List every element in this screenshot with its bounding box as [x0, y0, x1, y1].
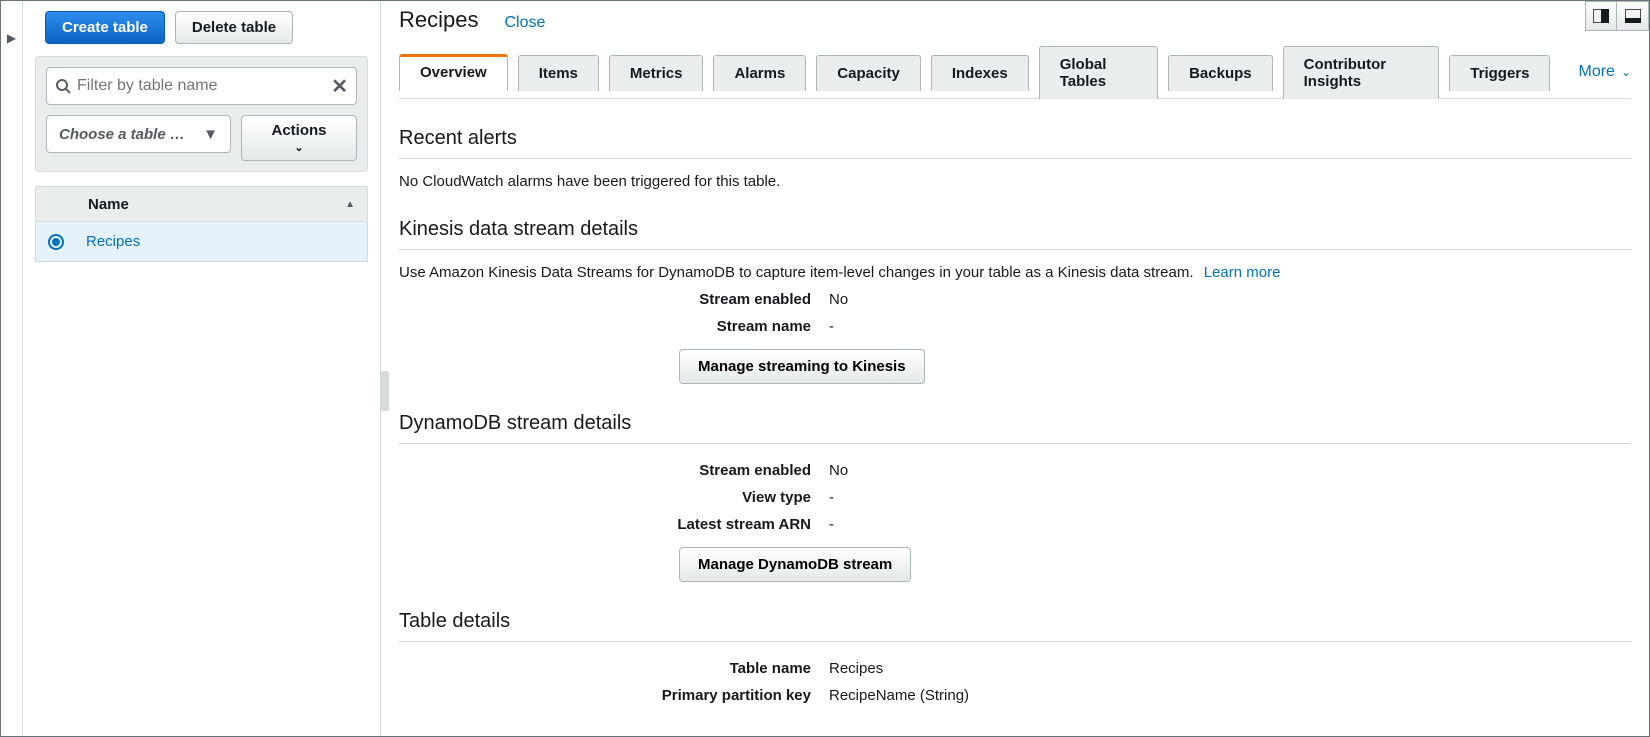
row-radio-selected[interactable] — [48, 234, 64, 250]
section-ddb-stream: DynamoDB stream details Stream enabledNo… — [399, 412, 1631, 582]
create-table-button[interactable]: Create table — [45, 11, 165, 44]
kv-value: - — [829, 489, 1631, 506]
search-icon — [55, 78, 71, 94]
recent-alerts-text: No CloudWatch alarms have been triggered… — [399, 173, 1631, 190]
kv-value: - — [829, 318, 1631, 335]
tab-overview[interactable]: Overview — [399, 54, 508, 91]
split-handle[interactable] — [381, 371, 389, 411]
kv-key: Stream enabled — [399, 291, 829, 308]
section-recent-alerts: Recent alerts No CloudWatch alarms have … — [399, 127, 1631, 190]
section-kinesis: Kinesis data stream details Use Amazon K… — [399, 218, 1631, 384]
section-title: DynamoDB stream details — [399, 412, 1631, 444]
kv-key: View type — [399, 489, 829, 506]
kinesis-desc: Use Amazon Kinesis Data Streams for Dyna… — [399, 264, 1631, 281]
close-link[interactable]: Close — [504, 14, 545, 32]
tab-indexes[interactable]: Indexes — [931, 55, 1029, 91]
kv-key: Stream name — [399, 318, 829, 335]
kv-key: Primary partition key — [399, 687, 829, 704]
manage-kinesis-button[interactable]: Manage streaming to Kinesis — [679, 349, 925, 384]
filter-input[interactable] — [71, 77, 331, 95]
page-title: Recipes — [399, 7, 478, 33]
tabs: Overview Items Metrics Alarms Capacity I… — [399, 45, 1631, 99]
name-column-header: Name — [48, 196, 129, 213]
tab-backups[interactable]: Backups — [1168, 55, 1273, 91]
kv-key: Stream enabled — [399, 462, 829, 479]
section-title: Recent alerts — [399, 127, 1631, 159]
panel-layout-button[interactable] — [1585, 1, 1617, 31]
section-table-details: Table details Table nameRecipes Primary … — [399, 610, 1631, 704]
tab-global-tables[interactable]: Global Tables — [1039, 46, 1158, 99]
panel-maximize-button[interactable] — [1617, 1, 1649, 31]
sort-asc-icon: ▲ — [345, 199, 355, 210]
actions-button[interactable]: Actions ⌄ — [241, 115, 357, 161]
main-panel: Recipes Close Overview Items Metrics Ala… — [381, 1, 1649, 736]
table-list-header[interactable]: Name ▲ — [35, 186, 368, 222]
tab-metrics[interactable]: Metrics — [609, 55, 704, 91]
nav-collapse-gutter[interactable]: ▶ — [1, 1, 23, 736]
tab-items[interactable]: Items — [518, 55, 599, 91]
section-title: Table details — [399, 610, 1631, 642]
kv-value: No — [829, 462, 1631, 479]
table-group-select[interactable]: Choose a table … ▼ — [46, 115, 231, 153]
manage-ddb-stream-button[interactable]: Manage DynamoDB stream — [679, 547, 911, 582]
table-row[interactable]: Recipes — [35, 222, 368, 262]
more-label: More — [1578, 63, 1614, 81]
tab-capacity[interactable]: Capacity — [816, 55, 921, 91]
section-title: Kinesis data stream details — [399, 218, 1631, 250]
kv-value: - — [829, 516, 1631, 533]
delete-table-button[interactable]: Delete table — [175, 11, 293, 44]
table-group-placeholder: Choose a table … — [59, 126, 185, 143]
kv-key: Latest stream ARN — [399, 516, 829, 533]
kv-value: RecipeName (String) — [829, 687, 1631, 704]
filter-input-wrap[interactable]: ✕ — [46, 67, 357, 105]
more-tabs-link[interactable]: More ⌄ — [1578, 63, 1631, 81]
actions-label: Actions — [271, 122, 326, 139]
chevron-down-icon: ⌄ — [1621, 65, 1631, 79]
chevron-down-icon: ⌄ — [294, 141, 303, 154]
kv-value: No — [829, 291, 1631, 308]
learn-more-link[interactable]: Learn more — [1204, 264, 1281, 281]
kv-value: Recipes — [829, 660, 1631, 677]
clear-filter-icon[interactable]: ✕ — [331, 74, 348, 99]
kv-key: Table name — [399, 660, 829, 677]
table-name-link[interactable]: Recipes — [86, 233, 140, 250]
chevron-down-icon: ▼ — [203, 126, 218, 143]
tab-triggers[interactable]: Triggers — [1449, 55, 1550, 91]
expand-nav-icon: ▶ — [7, 31, 16, 45]
sidebar: Create table Delete table ✕ Choose a tab… — [23, 1, 381, 736]
tab-contributor-insights[interactable]: Contributor Insights — [1283, 46, 1440, 99]
tab-alarms[interactable]: Alarms — [713, 55, 806, 91]
kinesis-desc-text: Use Amazon Kinesis Data Streams for Dyna… — [399, 264, 1194, 281]
